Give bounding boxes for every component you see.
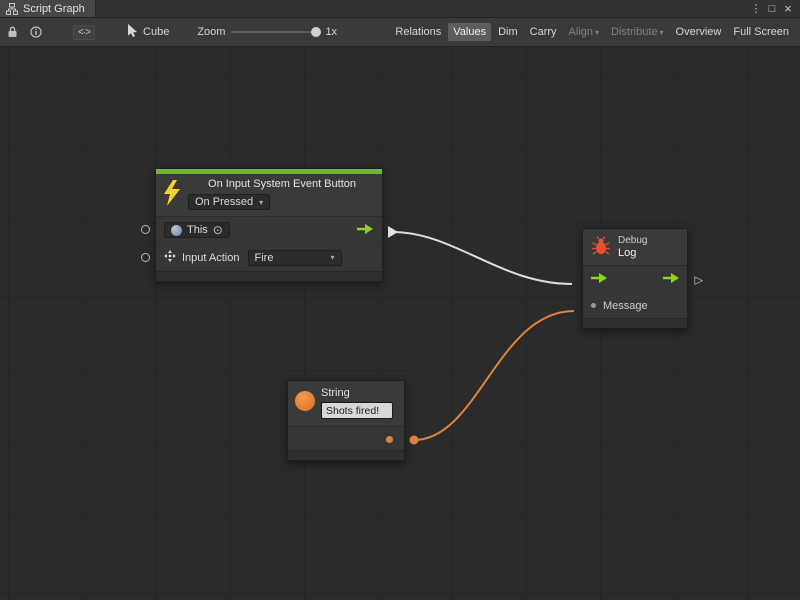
lightning-bolt-icon [162,180,182,209]
debug-node-footer [583,318,687,328]
chevron-down-icon: ▾ [330,253,334,262]
fire-dropdown[interactable]: Fire ▾ [248,250,342,266]
code-view-icon[interactable]: <·> [73,25,95,40]
input-action-label: Input Action [182,252,240,264]
node-string-literal[interactable]: String [287,380,405,461]
value-wire[interactable] [414,311,574,440]
target-label: Cube [143,26,169,38]
info-icon[interactable] [27,26,45,38]
on-pressed-dropdown[interactable]: On Pressed ▾ [188,194,270,210]
string-node-title: String [321,387,393,399]
run-arrow-icon: ▷ [695,273,703,286]
relations-button[interactable]: Relations [390,23,446,41]
this-label: This [187,224,208,236]
chevron-down-icon: ▾ [259,198,263,207]
script-graph-window: Script Graph ⋮ □ × <·> [0,0,800,600]
chevron-down-icon: ▾ [660,28,664,37]
titlebar: Script Graph ⋮ □ × [0,0,800,18]
graph-toolbar: <·> Cube Zoom 1x Relations Values Dim Ca… [0,18,800,47]
window-close-icon[interactable]: × [780,0,796,17]
trigger-input-port[interactable] [590,272,608,287]
cursor-icon [127,24,138,40]
debug-node-title: Log [618,247,647,259]
debug-node-category: Debug [618,235,647,246]
this-object-field[interactable]: This ⊙ [164,222,230,238]
distribute-button[interactable]: Distribute▾ [606,23,668,41]
graph-canvas[interactable]: On Input System Event Button On Pressed … [0,47,800,600]
node-on-input-system-event-button[interactable]: On Input System Event Button On Pressed … [155,168,383,282]
event-node-rows: This ⊙ [156,216,382,271]
fullscreen-button[interactable]: Full Screen [728,23,794,41]
wire-start-dot[interactable] [410,436,419,445]
node-debug-log[interactable]: Debug Log ▷ [582,228,688,329]
debug-ports-row: ▷ [583,265,687,293]
gameobject-icon [171,225,182,236]
this-row: This ⊙ [156,217,382,243]
overview-button[interactable]: Overview [671,23,727,41]
message-input-port[interactable] [591,303,596,308]
chevron-down-icon: ▾ [595,28,599,37]
zoom-slider-handle[interactable] [311,27,321,37]
string-output-port[interactable] [386,436,393,443]
tab-title: Script Graph [23,3,85,15]
trigger-output-port[interactable] [662,272,680,287]
message-label: Message [603,300,648,312]
titlebar-spacer [96,0,748,17]
string-node-header: String [288,381,404,426]
bug-icon [591,236,611,258]
dim-button[interactable]: Dim [493,23,523,41]
values-button[interactable]: Values [448,23,491,41]
input-action-port[interactable] [141,253,150,262]
string-node-footer [288,450,404,460]
graph-icon [6,3,18,15]
zoom-control: Zoom 1x [197,26,337,38]
string-type-icon [295,391,315,411]
toolbar-buttons: Relations Values Dim Carry Align▾ Distri… [390,23,796,41]
control-wire[interactable] [392,232,572,284]
target-input-port[interactable] [141,225,150,234]
event-node-header: On Input System Event Button On Pressed … [156,174,382,216]
zoom-slider[interactable] [231,31,319,33]
string-value-input[interactable] [321,402,393,419]
input-action-row: Input Action Fire ▾ [156,243,382,271]
zoom-value: 1x [325,26,337,38]
zoom-label: Zoom [197,26,225,38]
event-node-footer [156,271,382,281]
graph-target[interactable]: Cube [127,24,169,40]
tab-script-graph[interactable]: Script Graph [0,0,96,17]
string-node-body [288,426,404,450]
object-picker-icon[interactable]: ⊙ [213,224,223,236]
window-maximize-icon[interactable]: □ [764,0,780,17]
window-menu-icon[interactable]: ⋮ [748,0,764,17]
carry-button[interactable]: Carry [525,23,562,41]
event-node-title: On Input System Event Button [208,178,356,190]
wire-arrow-icon [388,226,398,238]
lock-icon[interactable] [4,26,21,38]
align-button[interactable]: Align▾ [564,23,604,41]
message-row: Message [583,293,687,318]
trigger-output-port[interactable] [356,223,374,238]
input-action-icon [164,250,176,265]
debug-node-header: Debug Log [583,229,687,265]
